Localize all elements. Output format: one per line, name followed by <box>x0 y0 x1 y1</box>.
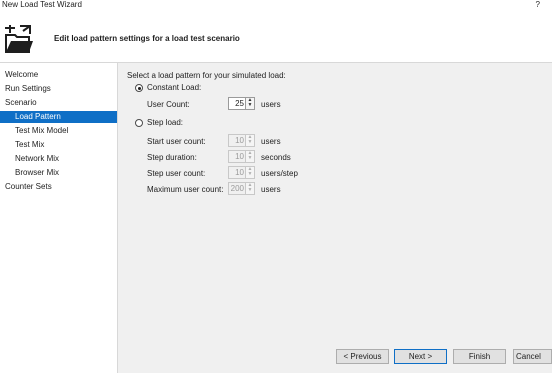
window-title: New Load Test Wizard <box>2 0 82 9</box>
load-pattern-panel: Select a load pattern for your simulated… <box>118 63 552 373</box>
wizard-step-nav: Welcome Run Settings Scenario Load Patte… <box>0 63 118 373</box>
step-user-count-stepper[interactable]: 10 ▲ ▼ <box>228 166 255 179</box>
maximum-user-count-value[interactable]: 200 <box>231 184 244 194</box>
spin-down-icon[interactable]: ▼ <box>246 156 254 161</box>
radio-selected-dot <box>137 86 141 90</box>
step-duration-unit: seconds <box>261 153 291 162</box>
title-bar: New Load Test Wizard ? <box>0 0 552 12</box>
nav-item-test-mix-model[interactable]: Test Mix Model <box>15 125 113 137</box>
maximum-user-count-spin-buttons[interactable]: ▲ ▼ <box>245 183 254 194</box>
wizard-folder-icon <box>5 25 33 53</box>
page-title: Edit load pattern settings for a load te… <box>54 34 240 43</box>
start-user-count-unit: users <box>261 137 281 146</box>
next-button[interactable]: Next > <box>394 349 447 364</box>
nav-item-network-mix[interactable]: Network Mix <box>15 153 113 165</box>
cancel-button[interactable]: Cancel <box>513 349 552 364</box>
step-duration-spin-buttons[interactable]: ▲ ▼ <box>245 151 254 162</box>
nav-item-welcome[interactable]: Welcome <box>5 69 113 81</box>
constant-load-radio[interactable] <box>135 84 143 92</box>
spin-down-icon[interactable]: ▼ <box>246 172 254 177</box>
finish-button[interactable]: Finish <box>453 349 506 364</box>
nav-item-browser-mix[interactable]: Browser Mix <box>15 167 113 179</box>
step-user-count-value[interactable]: 10 <box>235 168 244 178</box>
step-load-radio[interactable] <box>135 119 143 127</box>
user-count-value[interactable]: 25 <box>235 99 244 109</box>
constant-load-label[interactable]: Constant Load: <box>147 83 201 93</box>
spin-down-icon[interactable]: ▼ <box>246 140 254 145</box>
user-count-stepper[interactable]: 25 ▲ ▼ <box>228 97 255 110</box>
load-pattern-prompt: Select a load pattern for your simulated… <box>127 71 286 80</box>
nav-item-test-mix[interactable]: Test Mix <box>15 139 113 151</box>
spin-down-icon[interactable]: ▼ <box>246 188 254 193</box>
step-user-count-spin-buttons[interactable]: ▲ ▼ <box>245 167 254 178</box>
nav-item-run-settings[interactable]: Run Settings <box>5 83 113 95</box>
nav-item-load-pattern[interactable]: Load Pattern <box>0 111 117 123</box>
maximum-user-count-label: Maximum user count: <box>147 185 224 194</box>
maximum-user-count-stepper[interactable]: 200 ▲ ▼ <box>228 182 255 195</box>
step-duration-value[interactable]: 10 <box>235 152 244 162</box>
step-user-count-label: Step user count: <box>147 169 206 178</box>
user-count-unit: users <box>261 100 281 109</box>
step-duration-stepper[interactable]: 10 ▲ ▼ <box>228 150 255 163</box>
start-user-count-value[interactable]: 10 <box>235 136 244 146</box>
maximum-user-count-unit: users <box>261 185 281 194</box>
help-button[interactable]: ? <box>536 0 540 10</box>
nav-item-counter-sets[interactable]: Counter Sets <box>5 181 113 193</box>
spin-down-icon[interactable]: ▼ <box>246 103 254 108</box>
step-user-count-unit: users/step <box>261 169 298 178</box>
nav-item-scenario[interactable]: Scenario <box>5 97 113 109</box>
step-load-label[interactable]: Step load: <box>147 118 183 128</box>
start-user-count-label: Start user count: <box>147 137 206 146</box>
start-user-count-spin-buttons[interactable]: ▲ ▼ <box>245 135 254 146</box>
user-count-spin-buttons[interactable]: ▲ ▼ <box>245 98 254 109</box>
previous-button[interactable]: < Previous <box>336 349 389 364</box>
wizard-header: Edit load pattern settings for a load te… <box>0 12 552 63</box>
start-user-count-stepper[interactable]: 10 ▲ ▼ <box>228 134 255 147</box>
step-duration-label: Step duration: <box>147 153 197 162</box>
user-count-label: User Count: <box>147 100 190 109</box>
